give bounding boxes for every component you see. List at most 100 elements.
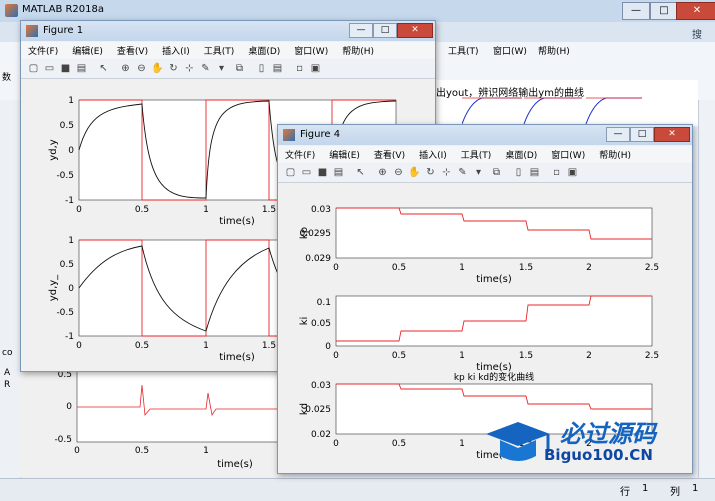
menu-tools[interactable]: 工具(T) bbox=[448, 44, 488, 57]
menu-desktop[interactable]: 桌面(D) bbox=[241, 42, 287, 57]
save-icon[interactable]: ■ bbox=[316, 166, 329, 179]
zoom-out-icon[interactable]: ⊖ bbox=[135, 62, 148, 75]
figure-4-toolbar: ▢ ▭ ■ ▤ ↖ ⊕ ⊖ ✋ ↻ ⊹ ✎ ▾ ⧉ ▯ ▤ ▫ ▣ bbox=[278, 164, 692, 183]
f4-kd-xtick: 1 bbox=[459, 439, 465, 449]
status-col-label: 列 bbox=[670, 487, 680, 498]
brush-icon[interactable]: ✎ bbox=[456, 166, 469, 179]
menu-edit[interactable]: 编辑(E) bbox=[65, 42, 110, 57]
figure-4-close-button[interactable]: ✕ bbox=[654, 127, 690, 142]
colorbar-icon[interactable]: ▯ bbox=[255, 62, 268, 75]
figure-1-minimize-button[interactable]: — bbox=[349, 23, 373, 38]
left-panel: 数 co A R bbox=[0, 73, 21, 478]
f1-top-ytick: 0.5 bbox=[60, 121, 74, 131]
f4-ki-xtick: 0.5 bbox=[392, 351, 406, 361]
bg-xtick: 0 bbox=[74, 446, 80, 456]
figure-4-title-bar[interactable]: Figure 4 — □ ✕ bbox=[278, 125, 692, 145]
f4-kp-plot-box bbox=[335, 207, 653, 259]
pointer-icon[interactable]: ↖ bbox=[354, 166, 367, 179]
f1-bottom-xtick: 0.5 bbox=[135, 341, 149, 351]
menu-help[interactable]: 帮助(H) bbox=[592, 146, 638, 161]
menu-view[interactable]: 查看(V) bbox=[367, 146, 412, 161]
f1-top-ytick: 0 bbox=[68, 146, 74, 156]
zoom-out-icon[interactable]: ⊖ bbox=[392, 166, 405, 179]
new-file-icon[interactable]: ▢ bbox=[284, 166, 297, 179]
link-icon[interactable]: ⧉ bbox=[490, 166, 503, 179]
pan-icon[interactable]: ✋ bbox=[408, 166, 421, 179]
bg-xtick: 1 bbox=[203, 446, 209, 456]
menu-help[interactable]: 帮助(H) bbox=[335, 42, 381, 57]
status-bar: 行 1 列 1 bbox=[0, 478, 715, 501]
menu-tools[interactable]: 工具(T) bbox=[197, 42, 242, 57]
f4-ki-xtick: 1.5 bbox=[519, 351, 533, 361]
menu-window[interactable]: 窗口(W) bbox=[287, 42, 335, 57]
dock-icon[interactable]: ▣ bbox=[566, 166, 579, 179]
f4-kp-xtick: 1.5 bbox=[519, 263, 533, 273]
legend-icon[interactable]: ▤ bbox=[528, 166, 541, 179]
f4-kd-xtick: 0.5 bbox=[392, 439, 406, 449]
f4-kp-axes: 0.03 0.0295 0.029 0 0.5 1 1.5 2 2.5 time… bbox=[299, 205, 659, 285]
pointer-icon[interactable]: ↖ bbox=[97, 62, 110, 75]
zoom-in-icon[interactable]: ⊕ bbox=[376, 166, 389, 179]
menu-view[interactable]: 查看(V) bbox=[110, 42, 155, 57]
menu-window[interactable]: 窗口(W) bbox=[544, 146, 592, 161]
f1-top-xlabel: time(s) bbox=[219, 216, 255, 227]
matlab-logo-icon bbox=[5, 4, 18, 17]
f4-ki-xtick: 2 bbox=[586, 351, 592, 361]
main-maximize-button[interactable]: □ bbox=[650, 2, 678, 20]
menu-tools[interactable]: 工具(T) bbox=[454, 146, 499, 161]
main-close-button[interactable]: ✕ bbox=[676, 2, 715, 20]
bg-ytick: -0.5 bbox=[54, 435, 72, 445]
f4-ki-ytick: 0.1 bbox=[317, 298, 331, 308]
f4-ki-ylabel: ki bbox=[299, 317, 310, 326]
legend-icon[interactable]: ▤ bbox=[271, 62, 284, 75]
zoom-in-icon[interactable]: ⊕ bbox=[119, 62, 132, 75]
link-icon[interactable]: ⧉ bbox=[233, 62, 246, 75]
menu-file[interactable]: 文件(F) bbox=[278, 146, 322, 161]
f1-top-ylabel: yd,y bbox=[48, 139, 59, 160]
figure-1-maximize-button[interactable]: □ bbox=[373, 23, 397, 38]
menu-desktop[interactable]: 桌面(D) bbox=[498, 146, 544, 161]
print-icon[interactable]: ▤ bbox=[332, 166, 345, 179]
figure-1-title: Figure 1 bbox=[43, 25, 84, 36]
menu-file[interactable]: 文件(F) bbox=[21, 42, 65, 57]
main-minimize-button[interactable]: — bbox=[622, 2, 650, 20]
f1-bottom-xtick: 1 bbox=[203, 341, 209, 351]
dock-icon[interactable]: ▣ bbox=[309, 62, 322, 75]
rotate-icon[interactable]: ↻ bbox=[424, 166, 437, 179]
status-row-value: 1 bbox=[642, 483, 649, 494]
pan-icon[interactable]: ✋ bbox=[151, 62, 164, 75]
figure-4-maximize-button[interactable]: □ bbox=[630, 127, 654, 142]
figure-1-title-bar[interactable]: Figure 1 — □ ✕ bbox=[21, 21, 435, 41]
f1-bottom-ylabel: yd,y_ bbox=[48, 274, 59, 301]
open-file-icon[interactable]: ▭ bbox=[300, 166, 313, 179]
brush-dropdown-icon[interactable]: ▾ bbox=[472, 166, 485, 179]
brush-dropdown-icon[interactable]: ▾ bbox=[215, 62, 228, 75]
menu-insert[interactable]: 插入(I) bbox=[155, 42, 197, 57]
f1-top-xtick: 0 bbox=[76, 205, 82, 215]
figure-1-close-button[interactable]: ✕ bbox=[397, 23, 433, 38]
f1-top-xtick: 0.5 bbox=[135, 205, 149, 215]
rotate-icon[interactable]: ↻ bbox=[167, 62, 180, 75]
watermark-en-text: Biguo100.CN bbox=[544, 446, 653, 464]
menu-window[interactable]: 窗口(W) bbox=[493, 44, 533, 57]
menu-help[interactable]: 帮助(H) bbox=[538, 44, 578, 57]
open-file-icon[interactable]: ▭ bbox=[43, 62, 56, 75]
f1-bottom-xtick: 1.5 bbox=[262, 341, 276, 351]
menu-insert[interactable]: 插入(I) bbox=[412, 146, 454, 161]
figure-icon bbox=[283, 129, 295, 141]
f4-kp-ytick: 0.03 bbox=[311, 205, 331, 215]
figure-4-minimize-button[interactable]: — bbox=[606, 127, 630, 142]
brush-icon[interactable]: ✎ bbox=[199, 62, 212, 75]
colorbar-icon[interactable]: ▯ bbox=[512, 166, 525, 179]
menu-edit[interactable]: 编辑(E) bbox=[322, 146, 367, 161]
new-file-icon[interactable]: ▢ bbox=[27, 62, 40, 75]
f4-ki-ytick: 0 bbox=[325, 342, 331, 352]
data-cursor-icon[interactable]: ⊹ bbox=[183, 62, 196, 75]
search-tab[interactable]: 搜 bbox=[692, 26, 702, 41]
print-icon[interactable]: ▤ bbox=[75, 62, 88, 75]
hide-tools-icon[interactable]: ▫ bbox=[550, 166, 563, 179]
f4-ki-xtick: 0 bbox=[333, 351, 339, 361]
hide-tools-icon[interactable]: ▫ bbox=[293, 62, 306, 75]
save-icon[interactable]: ■ bbox=[59, 62, 72, 75]
data-cursor-icon[interactable]: ⊹ bbox=[440, 166, 453, 179]
